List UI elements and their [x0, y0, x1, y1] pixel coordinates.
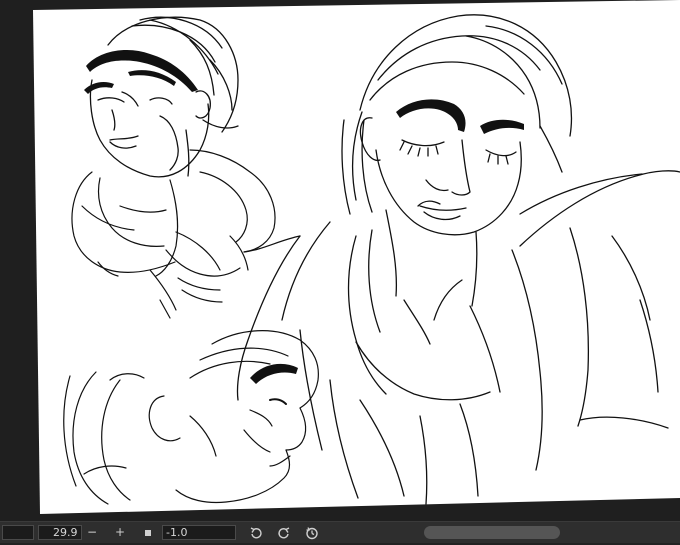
horizontal-scrollbar[interactable]: [424, 526, 560, 539]
paper-sheet: [33, 0, 680, 514]
stop-square-icon[interactable]: [140, 525, 156, 541]
rotation-field[interactable]: -1.0: [162, 525, 236, 540]
zoom-field[interactable]: 29.9: [38, 525, 82, 540]
status-bar: 29.9 − + -1.0: [0, 521, 680, 543]
zoom-out-button[interactable]: −: [84, 524, 100, 541]
rotate-right-icon[interactable]: [276, 525, 292, 541]
drawing-canvas[interactable]: [0, 0, 680, 521]
reset-rotation-icon[interactable]: [304, 525, 320, 541]
canvas-workspace[interactable]: [0, 0, 680, 521]
navigator-field[interactable]: [2, 525, 34, 540]
zoom-in-button[interactable]: +: [112, 524, 128, 541]
rotate-left-icon[interactable]: [248, 525, 264, 541]
